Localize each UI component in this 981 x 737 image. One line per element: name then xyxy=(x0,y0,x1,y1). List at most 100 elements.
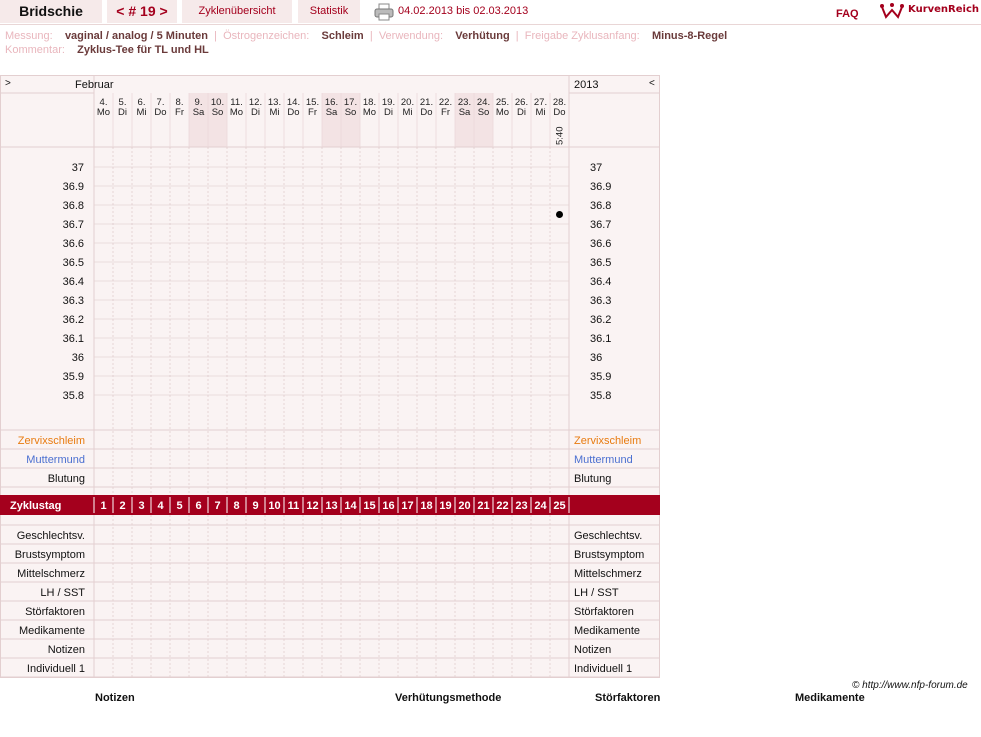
row-label: Blutung xyxy=(48,473,85,485)
day-weekday[interactable]: Mi xyxy=(136,107,146,118)
row-label-right: Individuell 1 xyxy=(574,663,632,675)
row-label: Mittelschmerz xyxy=(17,568,85,580)
row-label: Brustsymptom xyxy=(15,549,85,561)
faq-link[interactable]: FAQ xyxy=(836,8,859,20)
footer-method: Verhütungsmethode xyxy=(395,692,502,704)
chart-background xyxy=(0,75,660,678)
cycle-day-number[interactable]: 18 xyxy=(420,500,432,512)
printer-icon[interactable] xyxy=(374,3,394,21)
y-tick-label-right: 36.5 xyxy=(590,257,611,269)
day-weekday[interactable]: Sa xyxy=(193,107,205,118)
temperature-point[interactable] xyxy=(556,211,563,218)
day-weekday[interactable]: Do xyxy=(553,107,565,118)
day-weekday[interactable]: So xyxy=(478,107,490,118)
day-weekday[interactable]: So xyxy=(345,107,357,118)
row-label-right: Störfaktoren xyxy=(574,606,634,618)
day-weekday[interactable]: Do xyxy=(154,107,166,118)
comment-label: Kommentar: xyxy=(5,44,65,56)
row-label-right: Mittelschmerz xyxy=(574,568,642,580)
cycle-day-number[interactable]: 21 xyxy=(477,500,489,512)
y-tick-label: 36.7 xyxy=(63,219,84,231)
day-weekday[interactable]: Mi xyxy=(402,107,412,118)
cycle-day-number[interactable]: 4 xyxy=(157,500,164,512)
year-label: 2013 xyxy=(574,79,598,91)
cycle-day-number[interactable]: 1 xyxy=(100,500,106,512)
footer-medication: Medikamente xyxy=(795,692,865,704)
estrogen-label: Östrogenzeichen: xyxy=(223,30,310,42)
y-tick-label-right: 36.1 xyxy=(590,333,611,345)
cycle-day-number[interactable]: 15 xyxy=(363,500,375,512)
row-label-right: Brustsymptom xyxy=(574,549,644,561)
day-weekday[interactable]: Mi xyxy=(269,107,279,118)
y-tick-label-right: 37 xyxy=(590,162,602,174)
day-weekday[interactable]: Fr xyxy=(175,107,184,118)
day-weekday[interactable]: Mo xyxy=(230,107,243,118)
day-weekday[interactable]: Mo xyxy=(363,107,376,118)
day-weekday[interactable]: Mi xyxy=(535,107,545,118)
day-weekday[interactable]: Do xyxy=(420,107,432,118)
cycle-day-number[interactable]: 13 xyxy=(325,500,337,512)
cycle-day-number[interactable]: 22 xyxy=(496,500,508,512)
day-weekday[interactable]: So xyxy=(212,107,224,118)
y-tick-label: 35.9 xyxy=(63,371,84,383)
cycle-chart: >Februar2013<4.Mo5.Di6.Mi7.Do8.Fr9.Sa10.… xyxy=(0,75,660,678)
y-tick-label: 36.8 xyxy=(63,200,84,212)
y-tick-label: 36.1 xyxy=(63,333,84,345)
cycle-day-number[interactable]: 12 xyxy=(306,500,318,512)
row-label: Muttermund xyxy=(26,454,85,466)
cycle-day-number[interactable]: 17 xyxy=(401,500,413,512)
cycle-day-number[interactable]: 9 xyxy=(252,500,258,512)
row-label-right: Blutung xyxy=(574,473,611,485)
day-weekday[interactable]: Fr xyxy=(308,107,317,118)
cycle-day-number[interactable]: 10 xyxy=(268,500,280,512)
day-weekday[interactable]: Di xyxy=(118,107,127,118)
brand-name[interactable]: KurvenReich xyxy=(908,4,979,15)
cycle-day-number[interactable]: 23 xyxy=(515,500,527,512)
day-weekday[interactable]: Sa xyxy=(326,107,338,118)
user-tab[interactable]: Bridschie xyxy=(0,0,102,23)
y-tick-label: 36.2 xyxy=(63,314,84,326)
cycle-day-number[interactable]: 20 xyxy=(458,500,470,512)
usage-label: Verwendung: xyxy=(378,30,444,42)
cycle-day-number[interactable]: 25 xyxy=(553,500,565,512)
day-weekday[interactable]: Di xyxy=(384,107,393,118)
tab-statistics[interactable]: Statistik xyxy=(298,0,360,23)
y-tick-label-right: 36.7 xyxy=(590,219,611,231)
kurvenreich-logo-icon[interactable] xyxy=(880,1,904,21)
y-tick-label: 36.5 xyxy=(63,257,84,269)
prev-month-arrow[interactable]: > xyxy=(5,78,11,89)
cycle-day-number[interactable]: 7 xyxy=(214,500,220,512)
cycle-day-number[interactable]: 5 xyxy=(176,500,182,512)
day-weekday[interactable]: Do xyxy=(287,107,299,118)
cycle-day-number[interactable]: 24 xyxy=(534,500,547,512)
y-tick-label-right: 35.9 xyxy=(590,371,611,383)
separator: | xyxy=(512,30,522,42)
y-tick-label-right: 36.4 xyxy=(590,276,611,288)
day-weekday[interactable]: Di xyxy=(251,107,260,118)
y-tick-label-right: 36.2 xyxy=(590,314,611,326)
cycle-day-number[interactable]: 14 xyxy=(344,500,357,512)
day-weekday[interactable]: Fr xyxy=(441,107,450,118)
cycle-day-number[interactable]: 6 xyxy=(195,500,201,512)
cycle-navigator[interactable]: < # 19 > xyxy=(107,0,177,23)
row-label: Individuell 1 xyxy=(27,663,85,675)
cycle-day-number[interactable]: 8 xyxy=(233,500,239,512)
measure-value: vaginal / analog / 5 Minuten xyxy=(64,30,208,42)
next-month-arrow[interactable]: < xyxy=(649,78,655,89)
copyright[interactable]: © http://www.nfp-forum.de xyxy=(852,680,968,691)
cycle-day-label: Zyklustag xyxy=(10,500,61,512)
top-bar: Bridschie < # 19 > Zyklenübersicht Stati… xyxy=(0,0,981,25)
day-weekday[interactable]: Di xyxy=(517,107,526,118)
cycle-day-number[interactable]: 16 xyxy=(382,500,394,512)
y-tick-label-right: 35.8 xyxy=(590,390,611,402)
day-weekday[interactable]: Sa xyxy=(459,107,471,118)
cycle-day-number[interactable]: 19 xyxy=(439,500,451,512)
cycle-day-number[interactable]: 2 xyxy=(119,500,125,512)
y-tick-label: 36.6 xyxy=(63,238,84,250)
footer-disturbances: Störfaktoren xyxy=(595,692,661,704)
cycle-day-number[interactable]: 11 xyxy=(288,500,300,512)
day-weekday[interactable]: Mo xyxy=(97,107,110,118)
cycle-day-number[interactable]: 3 xyxy=(138,500,144,512)
day-weekday[interactable]: Mo xyxy=(496,107,509,118)
tab-cycle-overview[interactable]: Zyklenübersicht xyxy=(182,0,292,23)
